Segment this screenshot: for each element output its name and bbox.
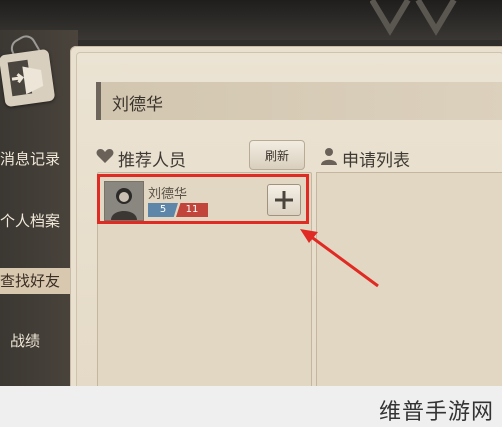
recommend-title: 推荐人员 xyxy=(118,151,186,171)
search-value: 刘德华 xyxy=(112,95,163,115)
sidebar-item-message-log[interactable]: 消息记录 xyxy=(0,150,78,168)
watermark: 维普手游网 xyxy=(378,400,494,425)
sidebar-item-profile[interactable]: 个人档案 xyxy=(0,212,78,230)
heart-icon xyxy=(96,149,114,163)
apply-list xyxy=(316,172,502,396)
sidebar-item-label: 战绩 xyxy=(10,332,41,350)
sidebar-item-find-friends[interactable]: 查找好友 xyxy=(0,268,78,294)
sidebar-item-label: 个人档案 xyxy=(0,212,61,230)
sidebar-item-label: 查找好友 xyxy=(0,272,61,290)
highlight-frame xyxy=(97,174,309,224)
apply-list-title: 申请列表 xyxy=(342,151,410,171)
refresh-button[interactable]: 刷新 xyxy=(249,140,305,170)
user-icon xyxy=(321,148,337,165)
decorative-lines xyxy=(370,0,457,36)
sidebar-item-label: 消息记录 xyxy=(0,150,61,168)
exit-door-icon[interactable] xyxy=(0,48,56,108)
